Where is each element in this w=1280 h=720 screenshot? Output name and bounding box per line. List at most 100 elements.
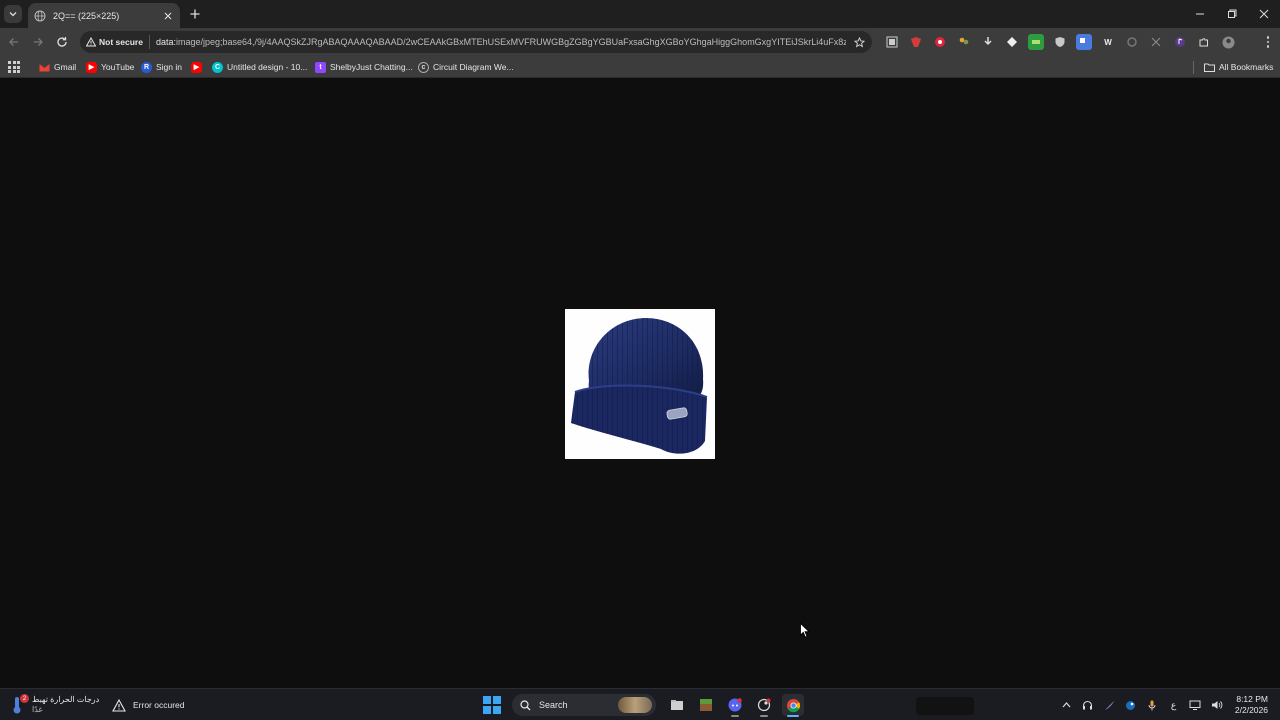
warning-icon (86, 37, 96, 47)
discord-icon (728, 698, 742, 712)
youtube-icon: ▶ (86, 61, 97, 73)
tab-active[interactable]: 2Q== (225×225) (28, 3, 180, 28)
clock-time: 8:12 PM (1236, 694, 1268, 704)
people-extension-icon[interactable] (956, 34, 972, 50)
discord-taskbar-button[interactable] (724, 694, 746, 717)
bookmark-youtube-2[interactable]: ▶ (191, 59, 206, 75)
search-icon (520, 699, 531, 710)
tab-search-button[interactable] (4, 5, 22, 23)
screen: 2Q== (225×225) Not secure data:image/jpe… (0, 0, 1280, 720)
steam-icon (757, 698, 771, 712)
taskbar-search[interactable]: Search (512, 694, 656, 716)
browser-menu-button[interactable] (1264, 34, 1272, 50)
plus-icon (190, 9, 200, 19)
reload-button[interactable] (54, 34, 70, 50)
resize-extension-icon[interactable] (1148, 34, 1164, 50)
globe-icon (34, 10, 46, 21)
minecraft-taskbar-button[interactable] (695, 694, 717, 716)
forward-button[interactable] (30, 34, 46, 50)
network-icon[interactable] (1187, 697, 1203, 713)
w-extension-icon[interactable]: W (1100, 34, 1116, 50)
file-explorer-taskbar-button[interactable] (666, 694, 688, 716)
translate-extension-icon[interactable] (1076, 34, 1092, 50)
system-clock[interactable]: 8:12 PM 2/2/2026 (1235, 694, 1268, 716)
system-tray: ع (1058, 697, 1230, 713)
start-button[interactable] (482, 695, 502, 715)
restore-button[interactable] (1216, 0, 1248, 28)
chevron-up-icon[interactable] (1058, 697, 1074, 713)
beanie-image[interactable] (565, 309, 715, 459)
thermometer-icon: 2 (12, 694, 29, 714)
back-button[interactable] (6, 34, 22, 50)
bookmarks-divider (1193, 61, 1194, 74)
r-icon: R (141, 61, 152, 73)
clock-date: 2/2/2026 (1234, 705, 1268, 715)
weather-headline: درجات الحرارة تهبط (32, 695, 100, 704)
folder-icon (671, 700, 683, 710)
chrome-icon (786, 698, 800, 712)
download-extension-icon[interactable] (980, 34, 996, 50)
minecraft-icon (700, 699, 712, 711)
close-icon (1259, 9, 1269, 19)
bookmark-twitch[interactable]: t ShelbyJust Chatting... (315, 59, 413, 75)
browser-tab-bar: 2Q== (225×225) (0, 0, 1280, 28)
circuit-icon: c (418, 61, 429, 73)
taskbar-blank-item (916, 697, 974, 715)
bookmarks-bar: Gmail ▶ YouTube R Sign in ▶ C Untitled d… (0, 56, 1280, 78)
red-tag-extension-icon[interactable] (908, 34, 924, 50)
address-bar[interactable]: Not secure data:image/jpeg;base64,/9j/4A… (80, 31, 872, 53)
all-bookmarks-button[interactable]: All Bookmarks (1204, 59, 1273, 75)
arrow-right-icon (34, 38, 43, 46)
music-extension-icon[interactable] (1172, 34, 1188, 50)
search-highlight-image (618, 697, 652, 713)
bookmark-sign-in[interactable]: R Sign in (141, 59, 182, 75)
diamond-extension-icon[interactable] (1004, 34, 1020, 50)
folder-icon (1204, 63, 1215, 72)
screenshot-extension-icon[interactable] (884, 34, 900, 50)
bookmark-gmail[interactable]: Gmail (39, 59, 76, 75)
bookmark-youtube[interactable]: ▶ YouTube (86, 59, 134, 75)
youtube-icon: ▶ (191, 61, 202, 73)
url-text: data:image/jpeg;base64,/9j/4AAQSkZJRgABA… (156, 37, 846, 47)
warning-triangle-icon (112, 698, 126, 712)
bookmark-star-button[interactable] (852, 35, 866, 49)
security-indicator[interactable]: Not secure (86, 35, 150, 49)
steam-tray-icon[interactable] (1123, 697, 1139, 713)
microphone-icon[interactable] (1144, 697, 1160, 713)
restore-icon (1228, 9, 1237, 18)
bookmark-canva[interactable]: C Untitled design - 10... (212, 59, 307, 75)
extensions-row: W (884, 34, 1244, 50)
minimize-button[interactable] (1184, 0, 1216, 28)
star-icon (853, 36, 865, 47)
url-scheme: data: (155, 37, 176, 47)
headset-icon[interactable] (1080, 697, 1096, 713)
new-tab-button[interactable] (187, 6, 203, 22)
green-extension-icon[interactable] (1028, 34, 1044, 50)
tab-close-icon[interactable] (162, 10, 174, 22)
close-button[interactable] (1248, 0, 1280, 28)
profile-avatar[interactable] (1220, 34, 1236, 50)
bookmark-circuit-diagram[interactable]: c Circuit Diagram We... (418, 59, 514, 75)
gear-extension-icon[interactable] (1124, 34, 1140, 50)
steam-taskbar-button[interactable] (753, 694, 775, 717)
error-notification[interactable]: Error occured (112, 698, 185, 712)
url-rest: image/jpeg;base64,/9j/4AAQSkZJRgABAQAAAQ… (175, 37, 846, 47)
tab-title: 2Q== (225×225) (53, 10, 120, 21)
language-indicator[interactable]: ع (1166, 697, 1182, 713)
feather-icon[interactable] (1101, 697, 1117, 713)
taskbar-apps: Search (482, 692, 811, 718)
volume-icon[interactable] (1209, 697, 1225, 713)
apps-grid-icon[interactable] (8, 61, 20, 73)
windows-taskbar: 2 درجات الحرارة تهبط غدًا Error occured … (0, 688, 1280, 720)
puzzle-extensions-icon[interactable] (1196, 34, 1212, 50)
window-controls (1184, 0, 1280, 28)
browser-toolbar: Not secure data:image/jpeg;base64,/9j/4A… (0, 28, 1280, 56)
shield-extension-icon[interactable] (1052, 34, 1068, 50)
weather-widget[interactable]: 2 درجات الحرارة تهبط غدًا (12, 693, 99, 717)
red-circle-extension-icon[interactable] (932, 34, 948, 50)
chevron-down-icon (9, 12, 17, 17)
security-label: Not secure (99, 37, 143, 47)
arrow-left-icon (9, 38, 18, 46)
chrome-taskbar-button[interactable] (782, 694, 804, 717)
twitch-icon: t (315, 61, 326, 73)
